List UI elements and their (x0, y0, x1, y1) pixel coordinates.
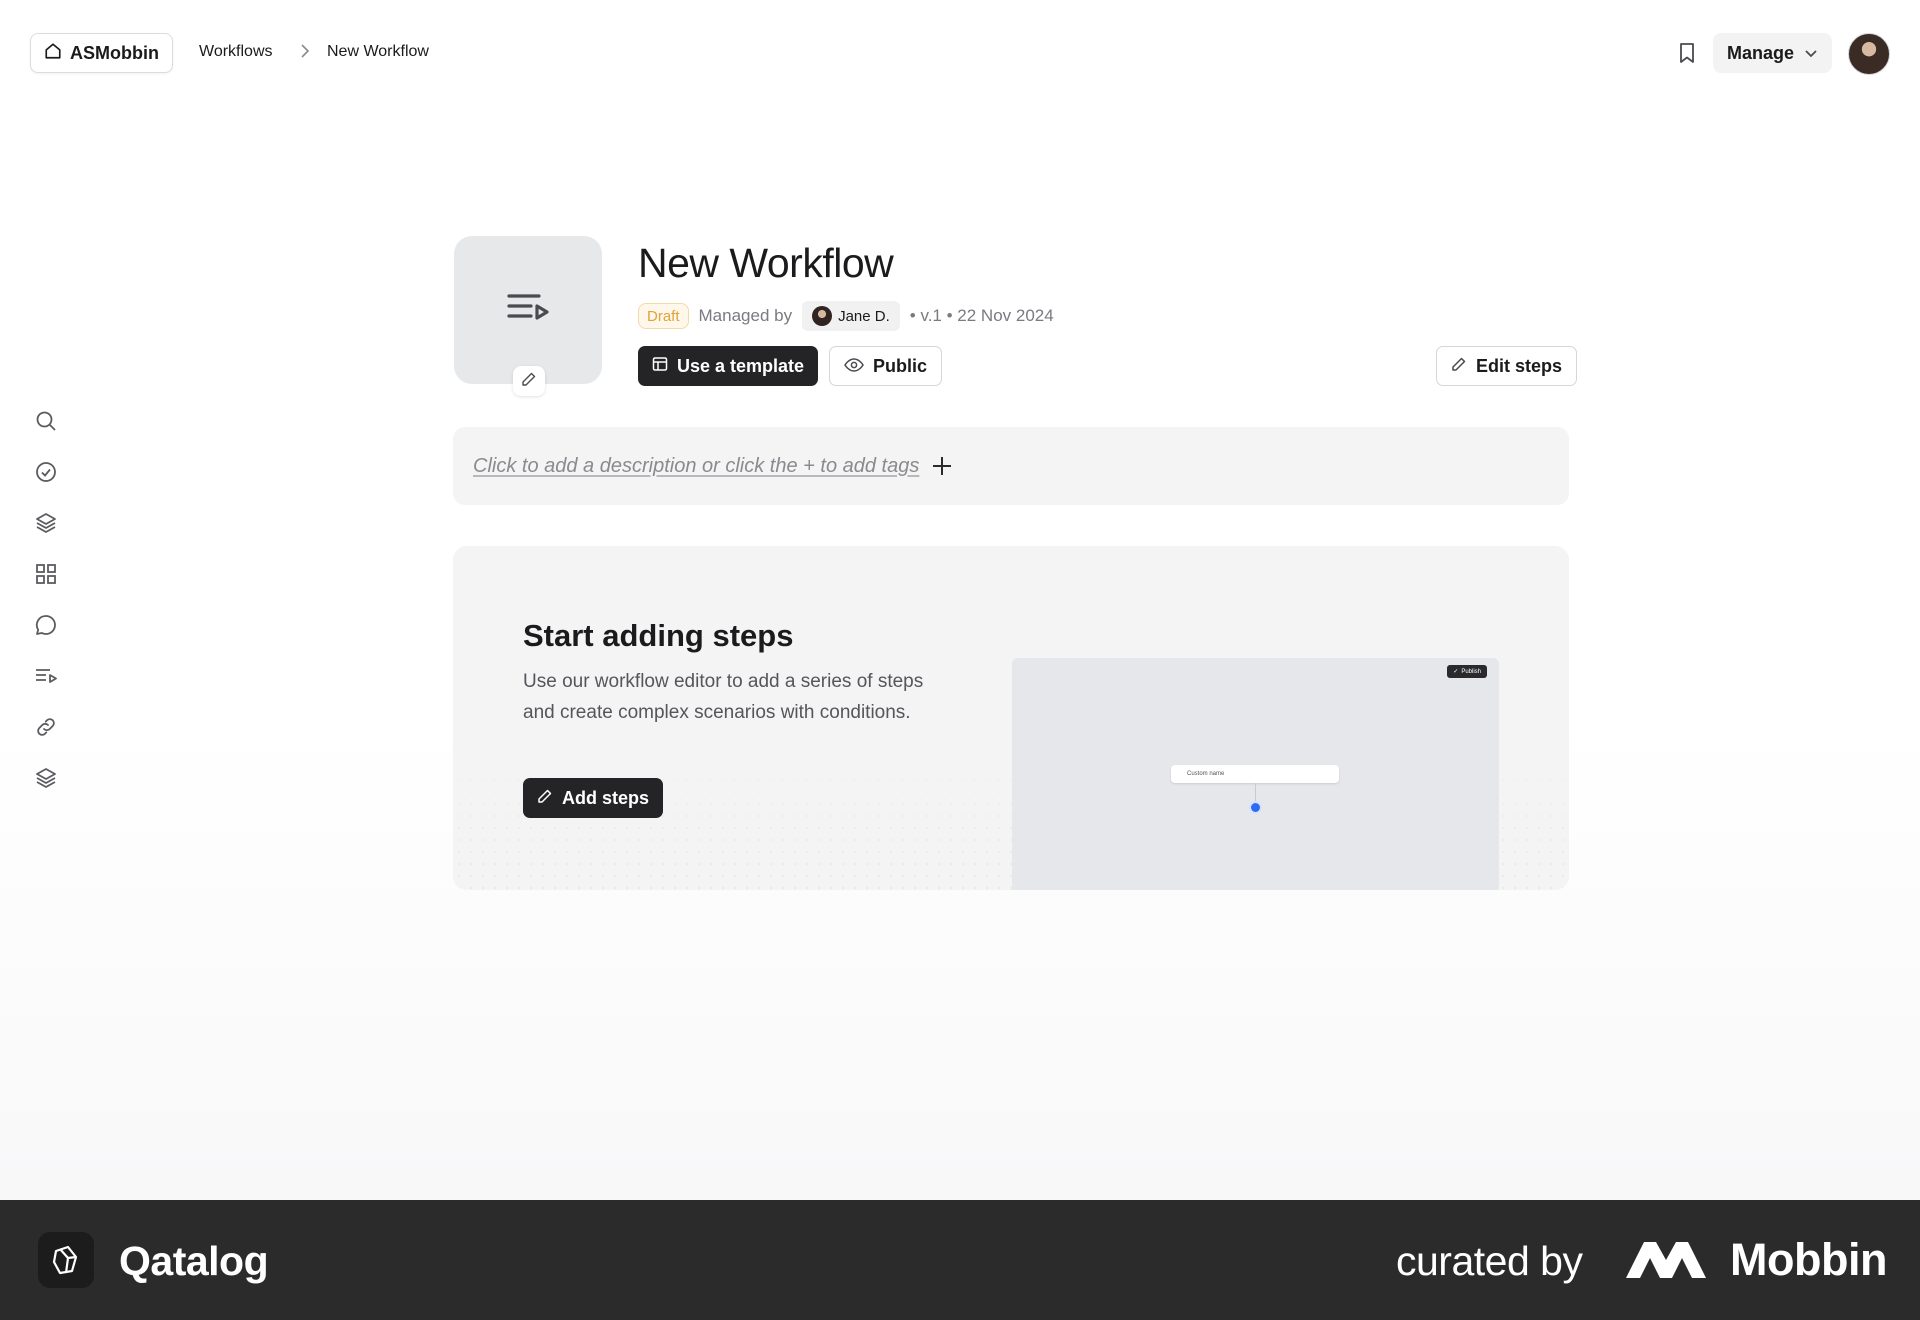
workflow-list-icon (506, 290, 550, 331)
workspace-home-button[interactable]: ASMobbin (30, 33, 173, 73)
curated-by-label: curated by (1396, 1238, 1583, 1284)
preview-connector (1255, 783, 1256, 801)
visibility-button[interactable]: Public (829, 346, 943, 386)
manage-dropdown[interactable]: Manage (1713, 33, 1833, 73)
preview-publish-label: Publish (1461, 668, 1481, 675)
add-steps-button[interactable]: Add steps (523, 778, 664, 818)
workflow-icon-tile (454, 236, 602, 384)
grid-icon[interactable] (30, 558, 62, 590)
home-icon (44, 42, 62, 65)
breadcrumb-workflows[interactable]: Workflows (199, 43, 273, 61)
bookmark-icon[interactable] (1678, 42, 1698, 64)
edit-icon-button[interactable] (513, 366, 545, 396)
status-badge: Draft (638, 303, 689, 329)
workspace-name: ASMobbin (70, 42, 159, 63)
preview-add-dot (1249, 801, 1262, 814)
add-tag-icon[interactable] (931, 455, 953, 477)
use-template-button[interactable]: Use a template (638, 346, 819, 386)
footer-brand: Qatalog (119, 1238, 269, 1284)
preview-node: Custom name (1171, 765, 1339, 783)
owner-chip[interactable]: Jane D. (802, 301, 900, 331)
qatalog-logo-icon (38, 1232, 94, 1288)
empty-state-body: Use our workflow editor to add a series … (523, 671, 924, 723)
managed-by-label: Managed by (698, 306, 793, 325)
pencil-icon (537, 788, 553, 809)
pencil-icon (521, 371, 537, 392)
editor-preview-image: ✓ Publish Custom name (1012, 658, 1499, 890)
mobbin-logo-icon (1626, 1238, 1716, 1282)
preview-node-label: Custom name (1187, 771, 1225, 777)
use-template-label: Use a template (677, 355, 805, 376)
version-date: • v.1 • 22 Nov 2024 (909, 306, 1054, 325)
chat-bubble-icon[interactable] (30, 609, 62, 641)
chevron-down-icon (1804, 43, 1818, 64)
template-icon (652, 356, 668, 377)
empty-state-card: Start adding steps Use our workflow edit… (453, 546, 1569, 890)
layers-icon[interactable] (30, 507, 62, 539)
description-box[interactable]: Click to add a description or click the … (453, 427, 1569, 505)
edit-steps-button[interactable]: Edit steps (1436, 346, 1578, 386)
check-icon: ✓ (1453, 669, 1459, 675)
empty-state-title: Start adding steps (523, 618, 794, 653)
owner-avatar (812, 306, 833, 326)
page: ASMobbin Workflows New Workflow Manage N… (0, 0, 1920, 1200)
user-avatar[interactable] (1848, 33, 1890, 75)
search-icon[interactable] (30, 405, 62, 437)
eye-icon (844, 356, 864, 377)
workflow-list-icon[interactable] (30, 660, 62, 692)
preview-publish-badge: ✓ Publish (1447, 665, 1487, 678)
edit-steps-label: Edit steps (1476, 355, 1563, 376)
description-placeholder[interactable]: Click to add a description or click the … (473, 455, 919, 478)
left-rail (30, 405, 62, 813)
workflow-meta: Draft Managed by Jane D. • v.1 • 22 Nov … (638, 301, 1054, 331)
visibility-label: Public (873, 355, 928, 376)
owner-name: Jane D. (838, 307, 890, 325)
page-title[interactable]: New Workflow (638, 240, 894, 287)
stack-icon[interactable] (30, 762, 62, 794)
link-icon[interactable] (30, 711, 62, 743)
pencil-icon (1451, 356, 1467, 377)
check-circle-icon[interactable] (30, 456, 62, 488)
add-steps-label: Add steps (562, 787, 650, 808)
chevron-right-icon (300, 43, 310, 64)
breadcrumb-current: New Workflow (327, 43, 429, 60)
top-bar: ASMobbin Workflows New Workflow Manage (0, 0, 1920, 108)
footer-banner: Qatalog curated by Mobbin (0, 1200, 1920, 1320)
curator-name: Mobbin (1730, 1234, 1887, 1285)
manage-label: Manage (1727, 42, 1795, 63)
